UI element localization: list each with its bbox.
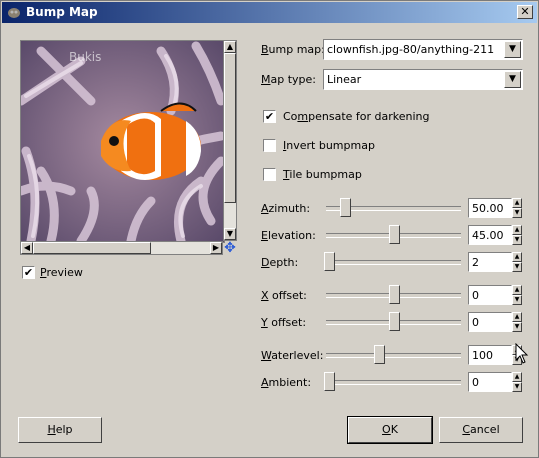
waterlevel-label: Waterlevel:: [261, 349, 324, 362]
y-offset-spinner[interactable]: ▲ ▼: [512, 312, 522, 332]
vertical-scrollbar[interactable]: ▲ ▼: [223, 40, 237, 241]
bump-map-value: clownfish.jpg-80/anything-211: [327, 43, 495, 56]
ambient-field[interactable]: 0: [468, 372, 512, 392]
chevron-down-icon[interactable]: ▼: [504, 71, 521, 88]
azimuth-spinner[interactable]: ▲ ▼: [512, 198, 522, 218]
compensate-label[interactable]: Compensate for darkening: [283, 110, 430, 123]
elevation-slider-thumb[interactable]: [388, 225, 400, 244]
scroll-left-icon[interactable]: ◀: [21, 242, 33, 254]
scroll-right-icon[interactable]: ▶: [210, 242, 222, 254]
depth-slider-thumb[interactable]: [323, 252, 335, 271]
spin-up-icon[interactable]: ▲: [512, 252, 522, 262]
spin-down-icon[interactable]: ▼: [512, 382, 522, 392]
help-button[interactable]: Help: [18, 417, 102, 443]
y-offset-label: Y offset:: [261, 316, 307, 329]
preview-image[interactable]: Bukis: [20, 40, 225, 243]
x-offset-field[interactable]: 0: [468, 285, 512, 305]
depth-spinner[interactable]: ▲ ▼: [512, 252, 522, 272]
invert-checkbox[interactable]: [263, 139, 276, 152]
scroll-up-icon[interactable]: ▲: [224, 41, 236, 53]
elevation-field[interactable]: 45.00: [468, 225, 512, 245]
ambient-slider[interactable]: [323, 372, 461, 391]
spin-up-icon[interactable]: ▲: [512, 285, 522, 295]
spin-down-icon[interactable]: ▼: [512, 235, 522, 245]
azimuth-field[interactable]: 50.00: [468, 198, 512, 218]
map-type-value: Linear: [327, 73, 362, 86]
y-offset-field[interactable]: 0: [468, 312, 512, 332]
waterlevel-slider-thumb[interactable]: [373, 345, 385, 364]
y-offset-slider[interactable]: [326, 312, 461, 331]
depth-label: Depth:: [261, 256, 299, 269]
x-offset-slider-thumb[interactable]: [388, 285, 400, 304]
mouse-cursor-icon: [515, 343, 529, 364]
spin-down-icon[interactable]: ▼: [512, 208, 522, 218]
y-offset-slider-thumb[interactable]: [388, 312, 400, 331]
spin-up-icon[interactable]: ▲: [512, 312, 522, 322]
invert-label[interactable]: Invert bumpmap: [283, 139, 375, 152]
ambient-slider-thumb[interactable]: [323, 372, 335, 391]
tile-checkbox[interactable]: [263, 168, 276, 181]
ambient-spinner[interactable]: ▲ ▼: [512, 372, 522, 392]
spin-down-icon[interactable]: ▼: [512, 262, 522, 272]
horizontal-scroll-thumb[interactable]: [33, 242, 151, 254]
x-offset-spinner[interactable]: ▲ ▼: [512, 285, 522, 305]
spin-up-icon[interactable]: ▲: [512, 225, 522, 235]
bump-map-label: Bump map:: [261, 43, 325, 56]
close-button[interactable]: ✕: [517, 5, 533, 19]
title-bar[interactable]: Bump Map ✕: [2, 2, 537, 23]
azimuth-label: Azimuth:: [261, 202, 311, 215]
map-type-label: Map type:: [261, 73, 316, 86]
clownfish-preview: Bukis: [21, 41, 224, 242]
scroll-down-icon[interactable]: ▼: [224, 228, 236, 240]
ok-button[interactable]: OK: [347, 416, 433, 444]
watermark-text: Bukis: [69, 50, 101, 64]
spin-up-icon[interactable]: ▲: [512, 198, 522, 208]
azimuth-slider-thumb[interactable]: [339, 198, 351, 217]
cancel-button[interactable]: Cancel: [439, 417, 523, 443]
navigate-move-icon[interactable]: ✥: [223, 241, 237, 255]
window-title: Bump Map: [26, 5, 98, 19]
preview-label[interactable]: Preview: [40, 266, 83, 279]
elevation-spinner[interactable]: ▲ ▼: [512, 225, 522, 245]
spin-down-icon[interactable]: ▼: [512, 322, 522, 332]
horizontal-scrollbar[interactable]: ◀ ▶: [20, 241, 223, 255]
x-offset-label: X offset:: [261, 289, 307, 302]
vertical-scroll-thumb[interactable]: [224, 53, 236, 203]
elevation-label: Elevation:: [261, 229, 316, 242]
close-icon: ✕: [520, 5, 530, 18]
spin-down-icon[interactable]: ▼: [512, 295, 522, 305]
waterlevel-slider[interactable]: [326, 345, 461, 364]
preview-checkbox[interactable]: ✔: [22, 266, 35, 279]
tile-label[interactable]: Tile bumpmap: [283, 168, 362, 181]
depth-slider[interactable]: [323, 252, 461, 271]
waterlevel-field[interactable]: 100: [468, 345, 512, 365]
elevation-slider[interactable]: [326, 225, 461, 244]
x-offset-slider[interactable]: [326, 285, 461, 304]
bump-map-dialog: Bump Map ✕ Bukis ▲ ▼ ◀ ▶ ✥ ✔ Preview Bum…: [0, 0, 539, 458]
depth-field[interactable]: 2: [468, 252, 512, 272]
spin-up-icon[interactable]: ▲: [512, 372, 522, 382]
bump-map-select[interactable]: clownfish.jpg-80/anything-211 ▼: [323, 39, 523, 60]
compensate-checkbox[interactable]: ✔: [263, 110, 276, 123]
chevron-down-icon[interactable]: ▼: [504, 41, 521, 58]
ambient-label: Ambient:: [261, 376, 312, 389]
azimuth-slider[interactable]: [326, 198, 461, 217]
map-type-select[interactable]: Linear ▼: [323, 69, 523, 90]
gimp-icon: [8, 8, 20, 18]
